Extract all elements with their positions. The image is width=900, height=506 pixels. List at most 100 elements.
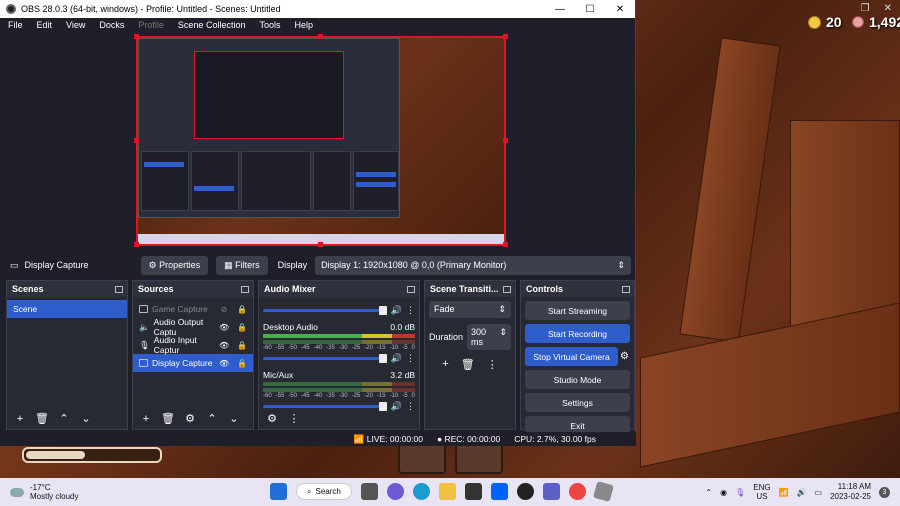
- notification-badge[interactable]: 3: [879, 486, 890, 498]
- windows-start-icon[interactable]: [270, 483, 287, 500]
- menu-help[interactable]: Help: [294, 20, 313, 30]
- source-item[interactable]: Game Capture ⊘ 🔒: [133, 300, 253, 318]
- properties-button[interactable]: ⚙ Properties: [140, 255, 209, 275]
- speaker-icon[interactable]: 🔊: [391, 401, 402, 412]
- menu-tools[interactable]: Tools: [259, 20, 280, 30]
- file-explorer-icon[interactable]: [438, 483, 456, 500]
- duration-input[interactable]: 300 ms ⇕: [467, 324, 511, 350]
- volume-slider[interactable]: [263, 306, 387, 315]
- minimize-button[interactable]: —: [545, 4, 575, 15]
- undock-icon[interactable]: [622, 285, 630, 293]
- resize-handle[interactable]: [503, 34, 508, 39]
- resize-handle[interactable]: [134, 34, 139, 39]
- menu-profile[interactable]: Profile: [138, 20, 164, 30]
- settings-button[interactable]: Settings: [525, 393, 630, 412]
- source-item[interactable]: 🎙 Audio Input Captur 👁 🔒: [133, 335, 253, 355]
- eye-hidden-icon[interactable]: ⊘: [219, 305, 229, 314]
- roblox-icon[interactable]: [592, 481, 614, 502]
- more-icon[interactable]: ⋮: [287, 412, 301, 425]
- speaker-icon[interactable]: 🔊: [391, 353, 402, 364]
- resize-handle[interactable]: [503, 242, 508, 247]
- move-up-icon[interactable]: ⌃: [57, 412, 71, 425]
- lock-icon[interactable]: 🔒: [237, 341, 247, 350]
- menu-file[interactable]: File: [8, 20, 23, 30]
- start-recording-button[interactable]: Start Recording: [525, 324, 630, 343]
- stop-virtual-camera-button[interactable]: Stop Virtual Camera: [525, 347, 619, 366]
- obs-icon[interactable]: [516, 483, 534, 500]
- resize-handle[interactable]: [134, 138, 139, 143]
- teams-icon[interactable]: [542, 483, 560, 500]
- restore-icon[interactable]: ❐: [861, 3, 870, 14]
- more-icon[interactable]: ⋮: [406, 305, 415, 316]
- task-view-icon[interactable]: [360, 483, 378, 500]
- edge-icon[interactable]: [412, 483, 430, 500]
- resize-handle[interactable]: [318, 242, 323, 247]
- move-up-icon[interactable]: ⌃: [205, 412, 219, 425]
- scale-tick: -35: [326, 345, 335, 351]
- start-streaming-button[interactable]: Start Streaming: [525, 301, 630, 320]
- weather-widget[interactable]: -17°C Mostly cloudy: [10, 483, 78, 501]
- display-select[interactable]: Display 1: 1920x1080 @ 0,0 (Primary Moni…: [315, 255, 631, 275]
- microphone-icon[interactable]: 🎙: [735, 488, 745, 497]
- chevron-up-icon[interactable]: ⌃: [705, 488, 712, 497]
- eye-icon[interactable]: 👁: [219, 341, 229, 350]
- add-icon[interactable]: +: [13, 413, 27, 425]
- resize-handle[interactable]: [318, 34, 323, 39]
- chrome-icon[interactable]: [568, 483, 586, 500]
- menu-docks[interactable]: Docks: [99, 20, 124, 30]
- chat-icon[interactable]: [386, 483, 404, 500]
- app-icon[interactable]: [464, 483, 482, 500]
- close-button[interactable]: ✕: [605, 4, 635, 15]
- battery-icon[interactable]: ▭: [815, 488, 823, 497]
- resize-handle[interactable]: [134, 242, 139, 247]
- menu-scene-collection[interactable]: Scene Collection: [178, 20, 246, 30]
- gear-icon[interactable]: ⚙: [183, 412, 197, 425]
- add-icon[interactable]: +: [442, 358, 448, 371]
- move-down-icon[interactable]: ⌄: [79, 412, 93, 425]
- add-icon[interactable]: +: [139, 413, 153, 425]
- search-box[interactable]: ⌕ Search: [296, 483, 352, 500]
- scene-item[interactable]: Scene: [7, 300, 127, 318]
- move-down-icon[interactable]: ⌄: [227, 412, 241, 425]
- filters-button[interactable]: ▦ Filters: [216, 255, 268, 275]
- lock-icon[interactable]: 🔒: [237, 305, 247, 314]
- lock-icon[interactable]: 🔒: [237, 359, 247, 368]
- volume-icon[interactable]: 🔊: [797, 488, 807, 497]
- more-icon[interactable]: ⋮: [487, 358, 498, 371]
- tray-app-icon[interactable]: ◉: [720, 488, 727, 497]
- close-icon[interactable]: ✕: [884, 3, 892, 14]
- undock-icon[interactable]: [503, 285, 511, 293]
- volume-slider[interactable]: [263, 402, 387, 411]
- lock-icon[interactable]: 🔒: [237, 323, 247, 332]
- trash-icon[interactable]: 🗑: [461, 358, 475, 371]
- clock[interactable]: 11:18 AM 2023-02-25: [830, 482, 871, 502]
- undock-icon[interactable]: [407, 285, 415, 293]
- undock-icon[interactable]: [115, 285, 123, 293]
- eye-icon[interactable]: 👁: [219, 323, 229, 332]
- gear-icon[interactable]: ⚙: [265, 412, 279, 425]
- gear-icon[interactable]: ⚙: [620, 351, 629, 362]
- wifi-icon[interactable]: 📶: [779, 488, 789, 497]
- eye-icon[interactable]: 👁: [219, 359, 229, 368]
- maximize-button[interactable]: ☐: [575, 4, 605, 15]
- transition-select[interactable]: Fade ⇕: [429, 301, 511, 318]
- menu-edit[interactable]: Edit: [37, 20, 53, 30]
- trash-icon[interactable]: 🗑: [35, 412, 49, 425]
- resize-handle[interactable]: [503, 138, 508, 143]
- language-indicator[interactable]: ENG US: [753, 483, 770, 501]
- more-icon[interactable]: ⋮: [406, 401, 415, 412]
- source-item[interactable]: Display Capture 👁 🔒: [133, 354, 253, 372]
- trash-icon[interactable]: 🗑: [161, 412, 175, 425]
- volume-slider[interactable]: [263, 354, 387, 363]
- undock-icon[interactable]: [241, 285, 249, 293]
- studio-mode-button[interactable]: Studio Mode: [525, 370, 630, 389]
- preview-canvas[interactable]: [136, 36, 506, 246]
- sources-title: Sources: [138, 284, 174, 294]
- menu-view[interactable]: View: [66, 20, 85, 30]
- dropbox-icon[interactable]: [490, 483, 508, 500]
- speaker-icon[interactable]: 🔊: [391, 305, 402, 316]
- title-bar: OBS 28.0.3 (64-bit, windows) - Profile: …: [0, 0, 635, 18]
- scale-tick: -45: [300, 345, 310, 351]
- more-icon[interactable]: ⋮: [406, 353, 415, 364]
- source-item[interactable]: 🔈 Audio Output Captu 👁 🔒: [133, 317, 253, 337]
